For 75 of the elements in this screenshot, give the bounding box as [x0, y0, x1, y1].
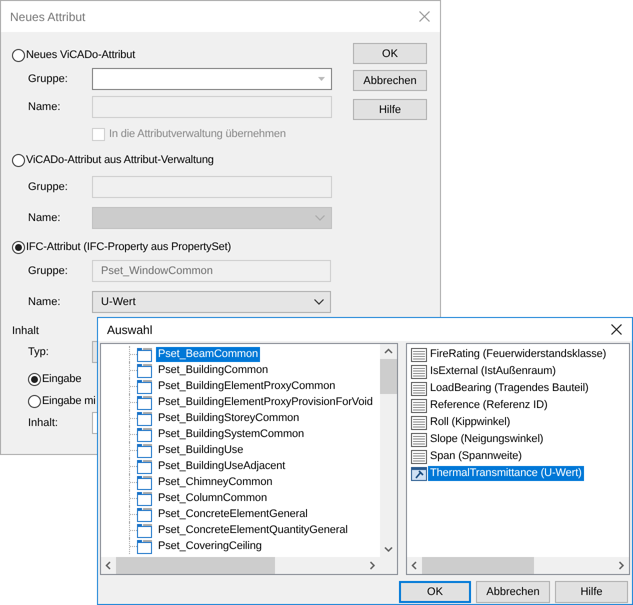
window-title: Auswahl [107, 322, 152, 336]
tree-item[interactable]: Pset_ConcreteElementQuantityGeneral [156, 522, 350, 538]
list-icon [411, 364, 427, 378]
list-item[interactable]: Reference (Referenz ID) [428, 398, 550, 413]
list-icon [411, 382, 427, 396]
tree-item[interactable]: Pset_BuildingStoreyCommon [156, 410, 302, 426]
radio-label: Neues ViCADo-Attribut [26, 49, 136, 61]
scroll-right-icon[interactable] [618, 561, 625, 570]
list-icon [411, 432, 427, 446]
list-item[interactable]: ThermalTransmittance (U-Wert) [428, 466, 584, 481]
tree-item[interactable]: Pset_ColumnCommon [156, 490, 269, 506]
vertical-scrollbar[interactable] [380, 344, 397, 557]
dropdown-field[interactable] [92, 68, 332, 90]
dialog-button[interactable]: Abbrechen [476, 581, 550, 603]
pinned-list-icon [411, 466, 427, 480]
scrollbar-thumb[interactable] [116, 557, 275, 574]
radio-label: Eingabe mi [42, 395, 96, 407]
tree-item[interactable]: Pset_BuildingUseAdjacent [156, 458, 288, 474]
radio-button[interactable] [28, 372, 41, 386]
list-item[interactable]: Slope (Neigungswinkel) [428, 432, 546, 447]
dialog-button[interactable]: Hilfe [555, 581, 628, 603]
window-title: Neues Attribut [10, 10, 86, 24]
radio-label: Eingabe [42, 373, 82, 385]
radio-button[interactable] [28, 394, 41, 408]
field-label: Inhalt: [28, 417, 59, 429]
list-icon [411, 348, 427, 362]
close-icon[interactable] [611, 324, 622, 335]
scroll-down-icon[interactable] [384, 546, 393, 553]
list-icon [411, 450, 427, 464]
tree-item[interactable]: Pset_ConcreteElementGeneral [156, 506, 310, 522]
field-label: Gruppe: [28, 265, 69, 277]
dialog-button[interactable]: OK [353, 43, 427, 64]
tree-item[interactable]: Pset_BuildingSystemCommon [156, 426, 306, 442]
field-label: Name: [28, 101, 62, 113]
field-label: Gruppe: [28, 181, 69, 193]
scroll-up-icon[interactable] [384, 348, 393, 355]
checkbox-label: In die Attributverwaltung übernehmen [109, 128, 286, 140]
scrollbar-thumb[interactable] [422, 557, 534, 574]
group-label: Inhalt [12, 324, 39, 338]
tree-item[interactable]: Pset_BuildingCommon [156, 362, 270, 378]
field-label: Name: [28, 296, 62, 308]
list-item[interactable]: IsExternal (IstAußenraum) [428, 364, 558, 379]
radio-label: ViCADo-Attribut aus Attribut-Verwaltung [26, 154, 214, 166]
chevron-down-icon [314, 299, 324, 305]
caret-icon [318, 77, 325, 81]
tree-item[interactable]: Pset_BuildingUse [156, 442, 246, 458]
radio-button[interactable] [12, 154, 25, 166]
list-item[interactable]: FireRating (Feuerwiderstandsklasse) [428, 347, 608, 362]
tree-item[interactable]: Pset_CoveringCeiling [156, 538, 264, 554]
list-icon [411, 416, 427, 430]
scrollbar-thumb[interactable] [380, 359, 397, 394]
radio-label: IFC-Attribut (IFC-Property aus PropertySet) [26, 241, 232, 253]
list-item[interactable]: Span (Spannweite) [428, 449, 524, 464]
chevron-down-icon [315, 215, 325, 221]
scroll-left-icon[interactable] [411, 561, 418, 570]
field-label: Typ: [28, 346, 50, 358]
scroll-left-icon[interactable] [105, 561, 112, 570]
dialog-button[interactable]: Abbrechen [353, 70, 427, 91]
tree-item[interactable]: Pset_BuildingElementProxyProvisionForVoid [156, 394, 375, 410]
radio-button[interactable] [12, 48, 25, 62]
list-icon [411, 398, 427, 412]
field-label: Gruppe: [28, 73, 69, 85]
list-item[interactable]: LoadBearing (Tragendes Bauteil) [428, 381, 591, 396]
dialog-button[interactable]: Hilfe [353, 99, 427, 120]
field-label: Name: [28, 212, 62, 224]
dialog-button[interactable]: OK [399, 581, 471, 603]
tree-item[interactable]: Pset_BeamCommon [156, 346, 260, 362]
radio-button[interactable] [12, 240, 25, 254]
list-item[interactable]: Roll (Kippwinkel) [428, 415, 512, 430]
scroll-right-icon[interactable] [369, 561, 376, 570]
dropdown-field[interactable]: U-Wert [92, 291, 331, 313]
tree-item[interactable]: Pset_BuildingElementProxyCommon [156, 378, 338, 394]
horizontal-scrollbar[interactable] [101, 557, 380, 574]
horizontal-scrollbar[interactable] [407, 557, 629, 574]
tree-item[interactable]: Pset_ChimneyCommon [156, 474, 274, 490]
